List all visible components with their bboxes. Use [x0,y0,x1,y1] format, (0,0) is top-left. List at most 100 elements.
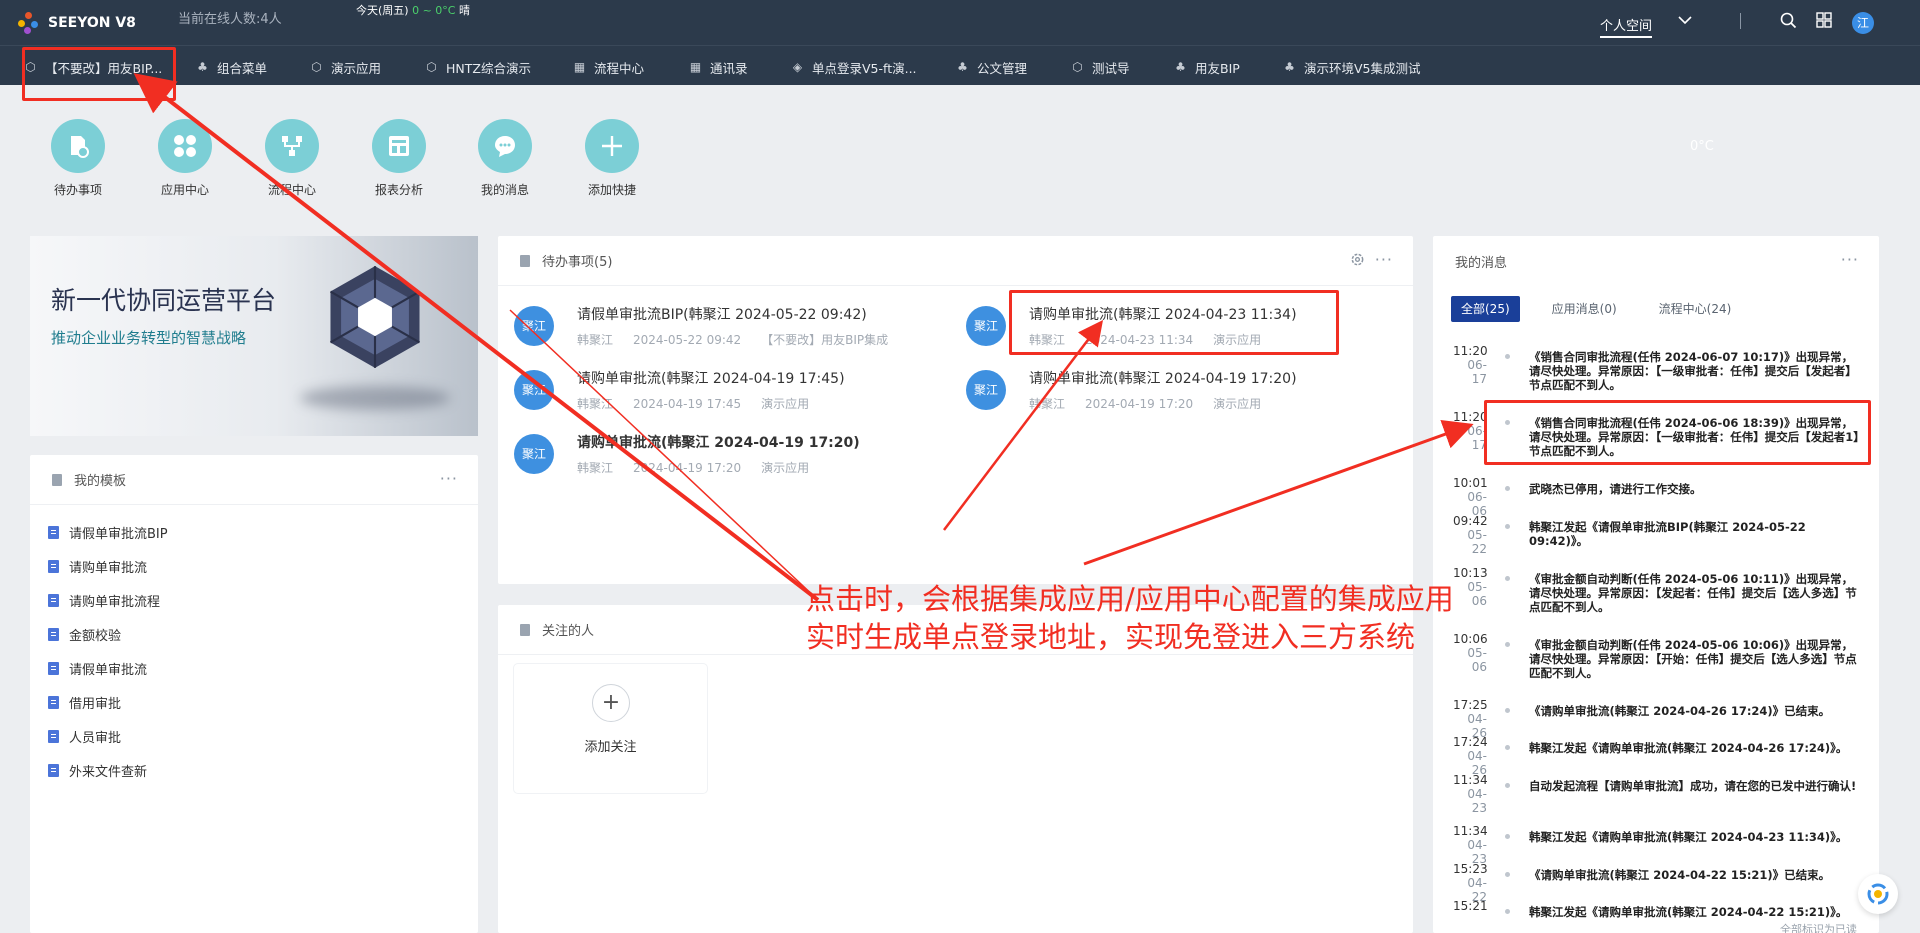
nav-item-sso[interactable]: ◈ 单点登录V5-ft演... [791,58,917,77]
follow-title: 关注的人 [542,624,595,639]
cluster-icon: ♣ [1284,60,1295,74]
timeline-dot [1505,524,1510,529]
template-label: 请购单审批流 [69,561,148,576]
todo-date: 2024-04-19 17:20 [1085,397,1194,411]
todo-item[interactable]: 聚江 请购单审批流(韩聚江 2024-04-19 17:45) 韩聚江 2024-… [514,368,914,424]
todo-more-icon[interactable]: ··· [1375,250,1393,269]
quick-label: 添加快捷 [587,183,636,197]
user-avatar: 聚江 [514,306,554,346]
todo-title: 请假单审批流BIP(韩聚江 2024-05-22 09:42) [577,307,867,323]
tab-all[interactable]: 全部(25) [1451,296,1520,322]
msg-time: 11:20 [1453,410,1488,424]
message-time: 17:25 04-26 [1453,698,1488,740]
msg-date: 05-06 [1467,646,1487,674]
nav-item-hntz[interactable]: ⬡ HNTZ综合演示 [425,58,531,77]
quick-label: 我的消息 [480,183,529,197]
template-item[interactable]: 人员审批 [48,727,121,746]
tab-app-messages[interactable]: 应用消息(0) [1542,296,1627,322]
msg-time: 11:34 [1453,824,1488,838]
timeline-dot [1505,642,1510,647]
flow-icon [265,119,319,173]
nav-item-yonyou-bip[interactable]: ♣ 用友BIP [1174,58,1240,77]
message-text: 武晓杰已停用，请进行工作交接。 [1529,482,1702,496]
template-item[interactable]: 请假单审批流BIP [48,523,168,542]
brand-logo[interactable]: SEEYON V8 [18,12,136,34]
cube-icon: ⬡ [426,60,437,74]
template-item[interactable]: 请假单审批流 [48,659,147,678]
todo-meta: 韩聚江 2024-04-19 17:20 演示应用 [577,459,829,476]
cluster-icon: ♣ [957,60,968,74]
nav-item-combo-menu[interactable]: ♣ 组合菜单 [196,58,267,77]
highlight-box-nav [22,47,176,101]
temperature: 0°C [1690,139,1714,154]
templates-more-icon[interactable]: ··· [440,469,458,488]
add-follow-card[interactable]: + 添加关注 [514,664,707,793]
quick-add-shortcut[interactable]: 添加快捷 [567,119,657,198]
nav-item-test[interactable]: ⬡ 测试导 [1071,58,1130,77]
quick-flow-center[interactable]: 流程中心 [247,119,337,198]
report-icon [372,119,426,173]
mark-all-read[interactable]: 全部标识为已读 [1780,921,1857,933]
message-text: 《请购单审批流(韩聚江 2024-04-22 15:21)》已结束。 [1529,868,1831,882]
todo-user: 韩聚江 [1029,397,1066,411]
settings-gear-icon[interactable] [1350,252,1365,271]
nav-item-demo-env[interactable]: ♣ 演示环境V5集成测试 [1283,58,1421,77]
nav-label: 测试导 [1092,61,1130,76]
chevron-down-icon[interactable] [1678,14,1692,29]
nav-label: 演示应用 [331,61,382,76]
nav-label: 公文管理 [977,61,1028,76]
message-text: 自动发起流程【请购单审批流】成功，请在您的已发中进行确认! [1529,779,1857,793]
banner-subtitle: 推动企业业务转型的智慧战略 [51,329,247,347]
template-item[interactable]: 借用审批 [48,693,121,712]
hexagon-logo-icon [329,266,421,368]
templates-header: 我的模板 [30,455,478,505]
user-avatar[interactable]: 江 [1852,12,1874,34]
message-time: 09:42 05-22 [1453,514,1488,556]
todo-item[interactable]: 聚江 请购单审批流(韩聚江 2024-04-19 17:20) 韩聚江 2024-… [514,432,914,488]
people-icon [520,623,530,636]
nav-label: 演示环境V5集成测试 [1304,61,1421,76]
todo-item[interactable]: 聚江 请假单审批流BIP(韩聚江 2024-05-22 09:42) 韩聚江 20… [514,304,914,360]
tab-flow-center[interactable]: 流程中心(24) [1649,296,1742,322]
timeline-dot [1505,486,1510,491]
timeline-dot [1505,354,1510,359]
promo-banner[interactable]: 新一代协同运营平台 推动企业业务转型的智慧战略 [30,236,478,436]
timeline-dot [1505,872,1510,877]
quick-messages[interactable]: 我的消息 [460,119,550,198]
message-time: 15:21 [1453,899,1488,913]
messages-more-icon[interactable]: ··· [1841,250,1859,269]
message-text: 《请购单审批流(韩聚江 2024-04-26 17:24)》已结束。 [1529,704,1831,718]
quick-app-center[interactable]: 应用中心 [140,119,230,198]
nav-label: 通讯录 [710,61,748,76]
todo-item[interactable]: 聚江 请购单审批流(韩聚江 2024-04-19 17:20) 韩聚江 2024-… [966,368,1366,424]
msg-time: 10:01 [1453,476,1488,490]
timeline-dot [1505,783,1510,788]
personal-space-tab[interactable]: 个人空间 [1600,15,1653,38]
nav-item-flow-center[interactable]: ▦ 流程中心 [573,58,644,77]
app-grid-icon[interactable] [1816,12,1832,32]
add-follow-label: 添加关注 [584,740,637,755]
nav-item-demo-app[interactable]: ⬡ 演示应用 [310,58,381,77]
nav-item-contacts[interactable]: ▦ 通讯录 [689,58,748,77]
msg-time: 10:06 [1453,632,1488,646]
search-icon[interactable] [1780,12,1797,33]
banner-shadow [300,386,450,410]
template-item[interactable]: 外来文件查新 [48,761,147,780]
template-item[interactable]: 请购单审批流 [48,557,147,576]
template-item[interactable]: 金额校验 [48,625,121,644]
timeline-dot [1505,909,1510,914]
quick-report[interactable]: 报表分析 [354,119,444,198]
template-item[interactable]: 请购单审批流程 [48,591,160,610]
template-label: 请假单审批流BIP [69,527,168,542]
message-text: 《销售合同审批流程(任伟 2024-06-07 10:17)》出现异常，请尽快处… [1529,350,1857,392]
banner-title: 新一代协同运营平台 [51,286,277,315]
quick-todo[interactable]: 待办事项 [33,119,123,198]
message-time: 11:34 04-23 [1453,773,1488,815]
assistant-float-icon[interactable] [1858,874,1898,914]
nav-label: HNTZ综合演示 [446,61,531,76]
todo-meta: 韩聚江 2024-05-22 09:42 【不要改】用友BIP集成 [577,331,908,348]
timeline-dot [1505,834,1510,839]
todo-user: 韩聚江 [577,333,614,347]
nav-item-document-mgmt[interactable]: ♣ 公文管理 [956,58,1027,77]
document-icon [520,254,530,267]
